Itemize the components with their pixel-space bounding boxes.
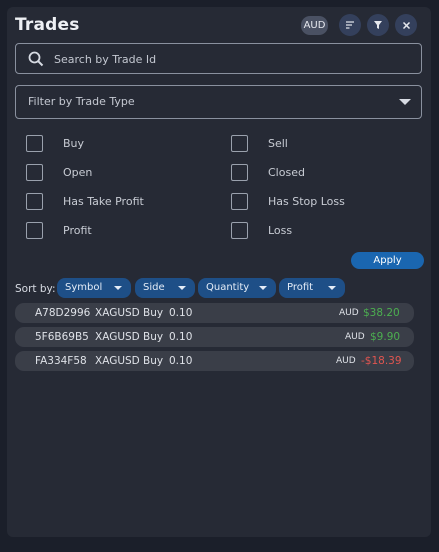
checkbox-label: Open [63, 166, 93, 179]
sort-option-label: Side [143, 282, 165, 293]
checkbox-has-stop-loss[interactable]: Has Stop Loss [231, 193, 345, 210]
trade-symbol: XAGUSD [95, 307, 140, 319]
trade-quantity: 0.10 [169, 331, 193, 343]
sort-side-button[interactable]: Side [135, 278, 195, 298]
trade-profit: -$18.39 [361, 355, 402, 367]
sort-symbol-button[interactable]: Symbol [57, 278, 131, 298]
trade-id: FA334F58 [35, 355, 87, 367]
chevron-down-icon [178, 286, 186, 290]
trade-row[interactable]: 5F6B69B5 XAGUSD Buy 0.10 AUD $9.90 [15, 327, 414, 347]
sort-profit-button[interactable]: Profit [279, 278, 345, 298]
close-button[interactable] [395, 14, 417, 36]
checkbox-box[interactable] [231, 193, 248, 210]
checkbox-box[interactable] [231, 135, 248, 152]
trade-symbol: XAGUSD [95, 331, 140, 343]
close-icon [402, 21, 410, 29]
trade-profit: $38.20 [363, 307, 400, 319]
sort-option-label: Profit [287, 282, 314, 293]
sort-by-label: Sort by: [15, 283, 56, 295]
checkbox-box[interactable] [26, 222, 43, 239]
sort-quantity-button[interactable]: Quantity [198, 278, 276, 298]
checkbox-open[interactable]: Open [26, 164, 92, 181]
search-icon [28, 51, 44, 67]
trade-type-select-label: Filter by Trade Type [28, 95, 135, 108]
checkbox-label: Has Stop Loss [268, 195, 345, 208]
sort-button[interactable] [339, 14, 361, 36]
trade-side: Buy [143, 307, 164, 319]
page-title: Trades [15, 15, 80, 35]
trade-quantity: 0.10 [169, 355, 193, 367]
sort-lines-icon [346, 21, 354, 29]
checkbox-buy[interactable]: Buy [26, 135, 84, 152]
filter-button[interactable] [367, 14, 389, 36]
chevron-down-icon [328, 286, 336, 290]
checkbox-label: Loss [268, 224, 293, 237]
checkbox-closed[interactable]: Closed [231, 164, 305, 181]
checkbox-loss[interactable]: Loss [231, 222, 292, 239]
trade-side: Buy [143, 355, 164, 367]
funnel-icon [374, 21, 382, 29]
trade-side: Buy [143, 331, 164, 343]
currency-badge[interactable]: AUD [301, 16, 328, 35]
checkbox-box[interactable] [26, 135, 43, 152]
checkbox-box[interactable] [26, 193, 43, 210]
trade-id: A78D2996 [35, 307, 91, 319]
sort-option-label: Symbol [65, 282, 103, 293]
trade-row[interactable]: FA334F58 XAGUSD Buy 0.10 AUD -$18.39 [15, 351, 414, 371]
checkbox-label: Has Take Profit [63, 195, 144, 208]
chevron-down-icon [114, 286, 122, 290]
trade-type-select[interactable]: Filter by Trade Type [15, 85, 422, 119]
checkbox-label: Closed [268, 166, 305, 179]
checkbox-label: Sell [268, 137, 288, 150]
trade-currency: AUD [345, 332, 365, 342]
checkbox-sell[interactable]: Sell [231, 135, 288, 152]
checkbox-profit[interactable]: Profit [26, 222, 92, 239]
apply-button[interactable]: Apply [351, 252, 424, 269]
chevron-down-icon [399, 99, 411, 105]
trade-profit: $9.90 [370, 331, 401, 343]
trade-currency: AUD [336, 356, 356, 366]
trade-currency: AUD [339, 308, 359, 318]
checkbox-has-take-profit[interactable]: Has Take Profit [26, 193, 144, 210]
search-input[interactable] [52, 44, 416, 75]
trade-quantity: 0.10 [169, 307, 193, 319]
search-field[interactable] [15, 43, 422, 75]
trade-row[interactable]: A78D2996 XAGUSD Buy 0.10 AUD $38.20 [15, 303, 414, 323]
checkbox-label: Buy [63, 137, 85, 150]
chevron-down-icon [259, 286, 267, 290]
checkbox-box[interactable] [231, 222, 248, 239]
checkbox-box[interactable] [26, 164, 43, 181]
trade-symbol: XAGUSD [95, 355, 140, 367]
checkbox-box[interactable] [231, 164, 248, 181]
trade-id: 5F6B69B5 [35, 331, 89, 343]
sort-option-label: Quantity [206, 282, 250, 293]
checkbox-label: Profit [63, 224, 92, 237]
